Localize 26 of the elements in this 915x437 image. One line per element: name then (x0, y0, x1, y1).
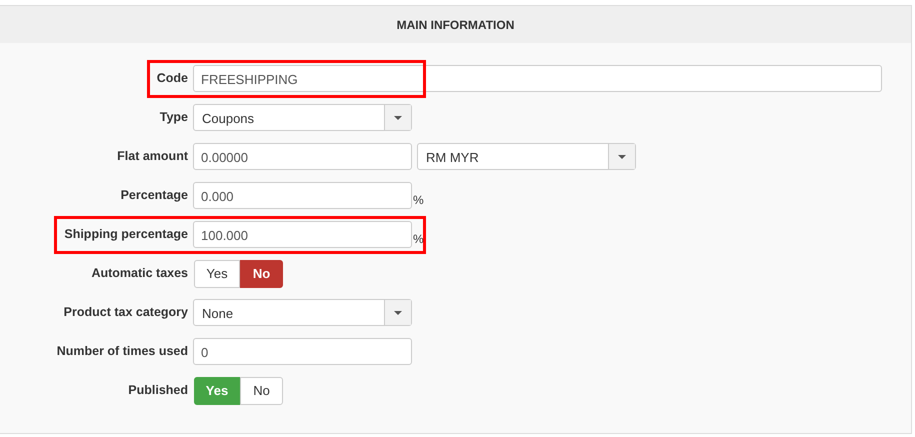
caret-icon (394, 310, 402, 314)
toggle-option[interactable]: Yes (194, 260, 240, 288)
caret-icon (394, 116, 402, 120)
field-label: Number of times used (56, 344, 188, 358)
amount-field[interactable]: 0.00000 (193, 143, 412, 170)
percent-field[interactable]: 100.000 (193, 221, 412, 248)
field-label: Flat amount (117, 149, 188, 163)
text-field[interactable]: 0 (193, 338, 412, 365)
panel-title: MAIN INFORMATION (396, 18, 514, 32)
field-label: Type (160, 110, 188, 124)
percent-sign: % (413, 192, 424, 206)
field-label: Code (156, 71, 188, 85)
field-label: Percentage (120, 188, 188, 202)
percent-sign: % (413, 232, 424, 246)
select-dropdown[interactable]: None (193, 299, 412, 326)
caret-icon (618, 154, 626, 158)
select-dropdown[interactable]: Coupons (193, 104, 412, 131)
percent-field[interactable]: 0.000 (193, 182, 412, 209)
text-field[interactable]: FREESHIPPING (193, 65, 882, 92)
toggle-option[interactable]: No (240, 260, 283, 288)
field-label: Published (128, 383, 188, 397)
field-label: Automatic taxes (91, 266, 188, 280)
toggle-option[interactable]: No (240, 376, 283, 404)
field-label: Shipping percentage (64, 227, 188, 241)
currency-dropdown[interactable]: RM MYR (417, 143, 636, 170)
field-label: Product tax category (64, 305, 188, 319)
